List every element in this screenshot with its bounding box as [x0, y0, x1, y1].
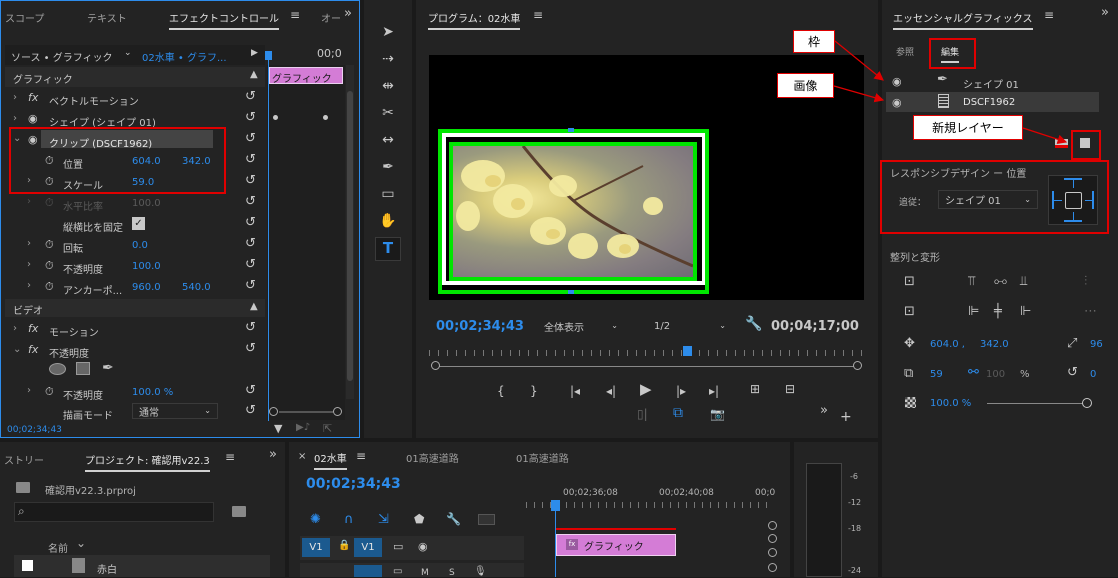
overflow-icon[interactable]: » [269, 447, 277, 462]
search-icon: ⌕ [18, 504, 25, 518]
linked-selection-icon[interactable]: ⇲ [378, 512, 389, 527]
menu-icon[interactable]: ≡ [356, 449, 366, 463]
lock-icon[interactable]: 🔒 [338, 540, 350, 551]
time-ruler[interactable] [526, 502, 770, 508]
tab-project[interactable]: プロジェクト: 確認用v22.3 [85, 452, 210, 472]
timeline-clip-label: グラフィック [584, 542, 644, 553]
meter-bar [806, 463, 842, 577]
item-name: 赤白 [97, 565, 117, 576]
track-height-handle[interactable] [768, 521, 777, 530]
clip-red-line [556, 528, 676, 530]
project-file-name: 確認用v22.3.prproj [45, 486, 136, 497]
wrench-icon[interactable]: 🔧 [446, 512, 461, 526]
tab-history[interactable]: ストリー [4, 452, 44, 467]
timeline-current-time[interactable]: 00;02;34;43 [306, 476, 401, 492]
meter-label: -6 [850, 472, 858, 481]
meter-label: -12 [848, 498, 862, 507]
column-name-label[interactable]: 名前 [48, 540, 68, 555]
magnet-icon[interactable]: ∩ [344, 512, 354, 527]
ruler-label: 00;0 [755, 488, 776, 498]
tab-sequence-1[interactable]: 02水車 [314, 450, 347, 470]
sync-lock-icon[interactable]: ▭ [393, 540, 403, 553]
meter-label: -24 [848, 566, 862, 575]
ruler-label: 00;02;36;08 [563, 488, 618, 498]
track-row-2 [300, 563, 524, 577]
marker-icon[interactable]: ⬟ [414, 512, 424, 526]
meter-label: -18 [848, 524, 862, 533]
sequence-icon [72, 558, 85, 573]
color-label-swatch[interactable] [22, 560, 33, 571]
close-icon[interactable]: × [298, 451, 306, 462]
arrow-image [833, 85, 885, 103]
track-row-v1 [300, 536, 524, 560]
ruler-label: 00;02;40;08 [659, 488, 714, 498]
tab-sequence-3[interactable]: 01高速道路 [516, 450, 569, 465]
arrow-frame [834, 40, 884, 81]
track-target-row2[interactable] [354, 565, 382, 577]
track-height-handle[interactable] [768, 534, 777, 543]
list-item[interactable] [14, 555, 270, 577]
mic-icon[interactable]: 🎙 [474, 566, 487, 577]
search-input[interactable] [14, 502, 214, 522]
menu-icon[interactable]: ≡ [225, 450, 235, 464]
source-patch-v1[interactable]: V1 [302, 538, 330, 557]
new-bin-icon[interactable] [232, 506, 246, 517]
tab-sequence-2[interactable]: 01高速道路 [406, 450, 459, 465]
track-height-handle[interactable] [768, 563, 777, 572]
arrow-new-layer [1022, 127, 1068, 144]
sync-lock-icon[interactable]: ▭ [393, 566, 402, 577]
chevron-down-icon[interactable]: ⌄ [76, 536, 86, 550]
track-target-v1[interactable]: V1 [354, 538, 382, 557]
eye-icon[interactable]: ◉ [418, 540, 428, 553]
track-height-handle[interactable] [768, 548, 777, 557]
captions-icon[interactable] [478, 514, 495, 525]
snap-icon[interactable]: ✺ [310, 512, 321, 527]
folder-icon [16, 482, 30, 493]
fx-badge-icon: fx [566, 539, 578, 550]
